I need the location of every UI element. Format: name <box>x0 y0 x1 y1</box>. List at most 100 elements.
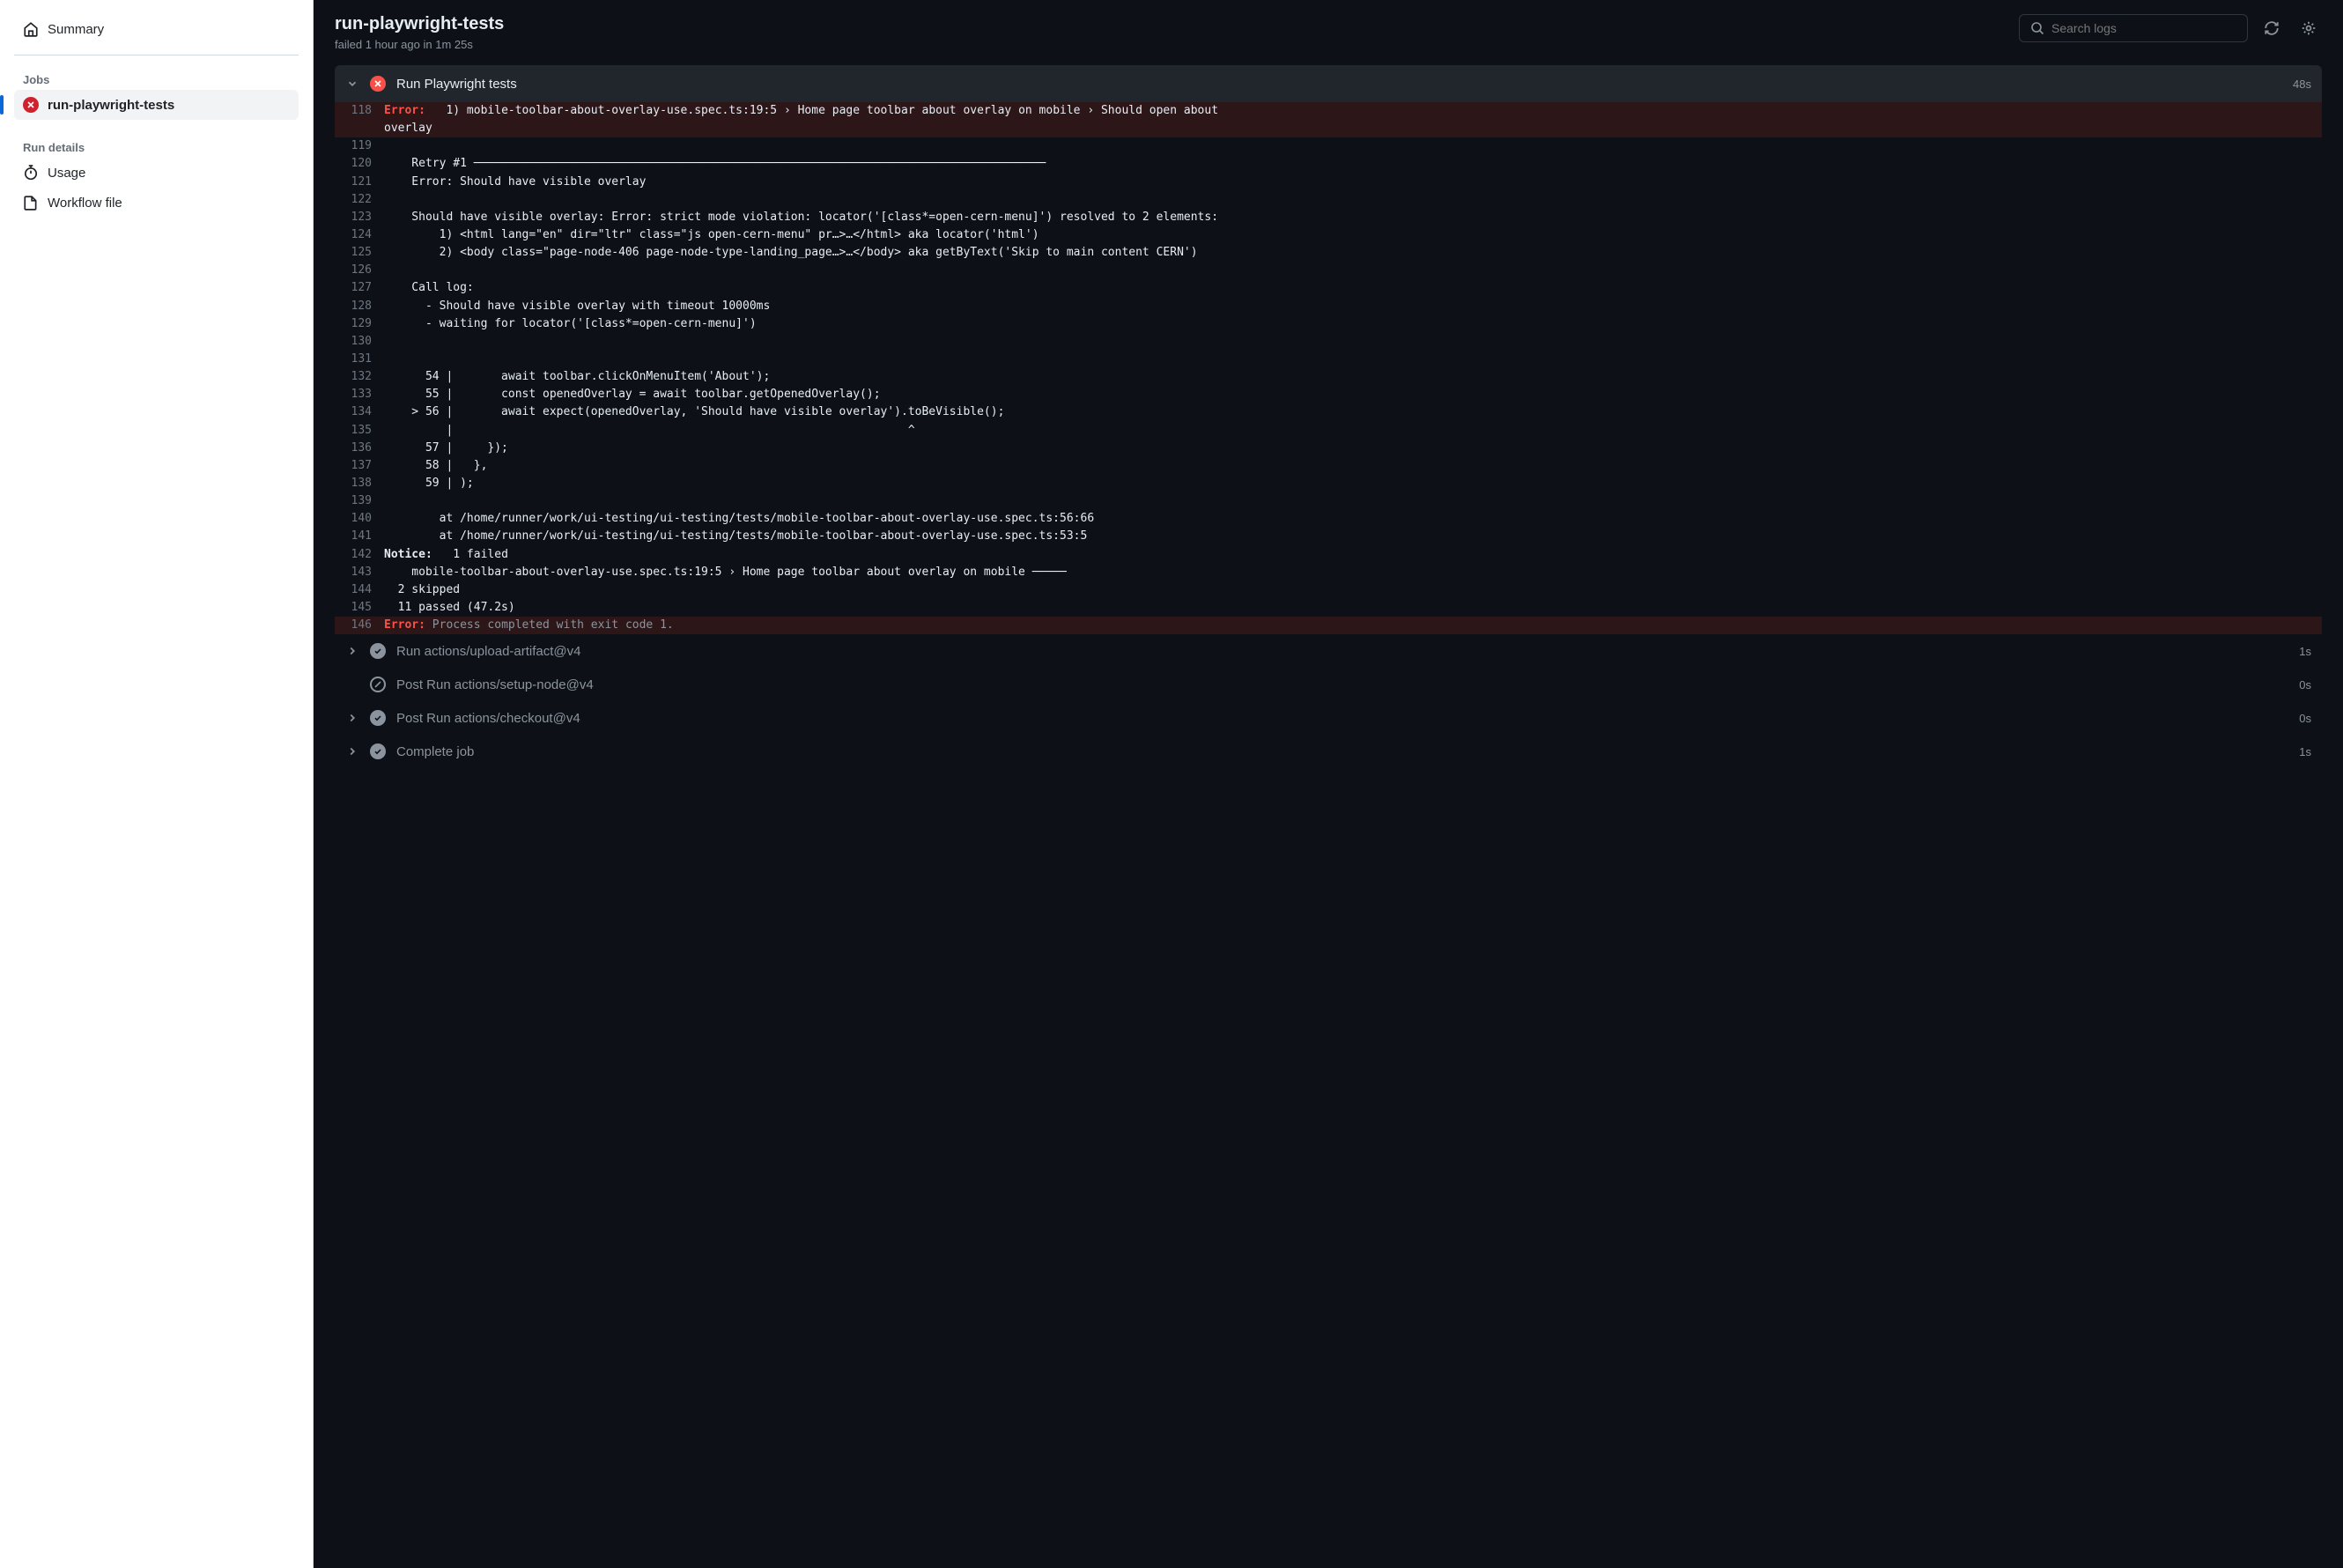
line-content <box>384 351 2322 368</box>
line-content: Retry #1 ───────────────────────────────… <box>384 155 2322 173</box>
line-number: 121 <box>335 174 384 191</box>
line-number: 130 <box>335 333 384 351</box>
sync-icon <box>2264 20 2280 36</box>
sidebar-item-summary[interactable]: Summary <box>14 14 299 44</box>
line-content: 11 passed (47.2s) <box>384 599 2322 617</box>
step-duration: 1s <box>2299 645 2311 658</box>
line-content <box>384 137 2322 155</box>
step-name: Run Playwright tests <box>396 77 2282 92</box>
step-duration: 1s <box>2299 745 2311 758</box>
line-content: at /home/runner/work/ui-testing/ui-testi… <box>384 510 2322 528</box>
line-content: Error: 1) mobile-toolbar-about-overlay-u… <box>384 102 2322 120</box>
log-line: 124 1) <html lang="en" dir="ltr" class="… <box>335 226 2322 244</box>
log-line: 139 <box>335 492 2322 510</box>
log-line: 120 Retry #1 ───────────────────────────… <box>335 155 2322 173</box>
log-line: 146Error: Process completed with exit co… <box>335 617 2322 634</box>
line-number: 128 <box>335 298 384 315</box>
line-number: 119 <box>335 137 384 155</box>
line-number: 133 <box>335 386 384 403</box>
step-row[interactable]: Complete job 1s <box>335 735 2322 768</box>
chevron-right-icon <box>345 745 359 758</box>
line-content: at /home/runner/work/ui-testing/ui-testi… <box>384 528 2322 545</box>
log-line: 127 Call log: <box>335 279 2322 297</box>
run-status-line: failed 1 hour ago in 1m 25s <box>335 38 504 51</box>
sidebar-item-job[interactable]: run-playwright-tests <box>14 90 299 120</box>
step-name: Complete job <box>396 744 2288 759</box>
line-number: 122 <box>335 191 384 209</box>
log-line: 140 at /home/runner/work/ui-testing/ui-t… <box>335 510 2322 528</box>
log-line: 123 Should have visible overlay: Error: … <box>335 209 2322 226</box>
log-line: 131 <box>335 351 2322 368</box>
sidebar-item-usage[interactable]: Usage <box>14 158 299 188</box>
line-content: 57 | }); <box>384 440 2322 457</box>
line-number: 123 <box>335 209 384 226</box>
line-number <box>335 120 384 137</box>
sidebar-job-label: run-playwright-tests <box>48 98 174 113</box>
log-line: 122 <box>335 191 2322 209</box>
search-logs-box[interactable] <box>2019 14 2248 42</box>
line-content: | ^ <box>384 422 2322 440</box>
line-number: 125 <box>335 244 384 262</box>
step-row-run-playwright[interactable]: Run Playwright tests 48s <box>335 65 2322 102</box>
home-icon <box>23 21 39 37</box>
line-number: 138 <box>335 475 384 492</box>
log-line: 138 59 | ); <box>335 475 2322 492</box>
log-line: 130 <box>335 333 2322 351</box>
gear-icon <box>2301 20 2317 36</box>
line-number: 139 <box>335 492 384 510</box>
line-content <box>384 333 2322 351</box>
line-content: 59 | ); <box>384 475 2322 492</box>
skip-circle-icon <box>370 677 386 692</box>
line-content: 2) <body class="page-node-406 page-node-… <box>384 244 2322 262</box>
log-line: 137 58 | }, <box>335 457 2322 475</box>
sidebar-workflow-label: Workflow file <box>48 196 122 211</box>
line-number: 143 <box>335 564 384 581</box>
line-content: 55 | const openedOverlay = await toolbar… <box>384 386 2322 403</box>
line-content: mobile-toolbar-about-overlay-use.spec.ts… <box>384 564 2322 581</box>
log-output[interactable]: 118Error: 1) mobile-toolbar-about-overla… <box>335 102 2322 634</box>
line-number: 118 <box>335 102 384 120</box>
search-logs-input[interactable] <box>2051 21 2236 35</box>
line-number: 127 <box>335 279 384 297</box>
jobs-heading: Jobs <box>14 66 299 90</box>
steps-container: Run Playwright tests 48s 118Error: 1) mo… <box>314 65 2343 1568</box>
chevron-right-icon <box>345 645 359 657</box>
sidebar-usage-label: Usage <box>48 166 85 181</box>
line-content: 58 | }, <box>384 457 2322 475</box>
step-duration: 0s <box>2299 712 2311 725</box>
line-number: 146 <box>335 617 384 634</box>
step-row[interactable]: Post Run actions/setup-node@v40s <box>335 668 2322 701</box>
status-text: failed <box>335 38 362 51</box>
sidebar-item-workflow-file[interactable]: Workflow file <box>14 188 299 218</box>
step-name: Post Run actions/checkout@v4 <box>396 711 2288 726</box>
log-line: 143 mobile-toolbar-about-overlay-use.spe… <box>335 564 2322 581</box>
check-circle-icon <box>370 710 386 726</box>
line-content: 2 skipped <box>384 581 2322 599</box>
log-line: 132 54 | await toolbar.clickOnMenuItem('… <box>335 368 2322 386</box>
line-number: 144 <box>335 581 384 599</box>
run-details-heading: Run details <box>14 134 299 158</box>
line-content: Notice: 1 failed <box>384 546 2322 564</box>
line-content: 54 | await toolbar.clickOnMenuItem('Abou… <box>384 368 2322 386</box>
step-row[interactable]: Post Run actions/checkout@v4 0s <box>335 701 2322 735</box>
log-line: overlay <box>335 120 2322 137</box>
log-line: 129 - waiting for locator('[class*=open-… <box>335 315 2322 333</box>
line-content: Should have visible overlay: Error: stri… <box>384 209 2322 226</box>
check-circle-icon <box>370 743 386 759</box>
line-number: 129 <box>335 315 384 333</box>
x-circle-icon <box>23 97 39 113</box>
settings-button[interactable] <box>2295 15 2322 41</box>
log-line: 118Error: 1) mobile-toolbar-about-overla… <box>335 102 2322 120</box>
search-icon <box>2030 21 2044 35</box>
step-row[interactable]: Run actions/upload-artifact@v41s <box>335 634 2322 668</box>
rerun-button[interactable] <box>2258 15 2285 41</box>
main-header: run-playwright-tests failed 1 hour ago i… <box>314 0 2343 65</box>
line-number: 124 <box>335 226 384 244</box>
duration-text: 1m 25s <box>435 38 473 51</box>
line-number: 126 <box>335 262 384 279</box>
stopwatch-icon <box>23 165 39 181</box>
log-line: 136 57 | }); <box>335 440 2322 457</box>
line-content: - Should have visible overlay with timeo… <box>384 298 2322 315</box>
log-line: 141 at /home/runner/work/ui-testing/ui-t… <box>335 528 2322 545</box>
line-content: > 56 | await expect(openedOverlay, 'Shou… <box>384 403 2322 421</box>
